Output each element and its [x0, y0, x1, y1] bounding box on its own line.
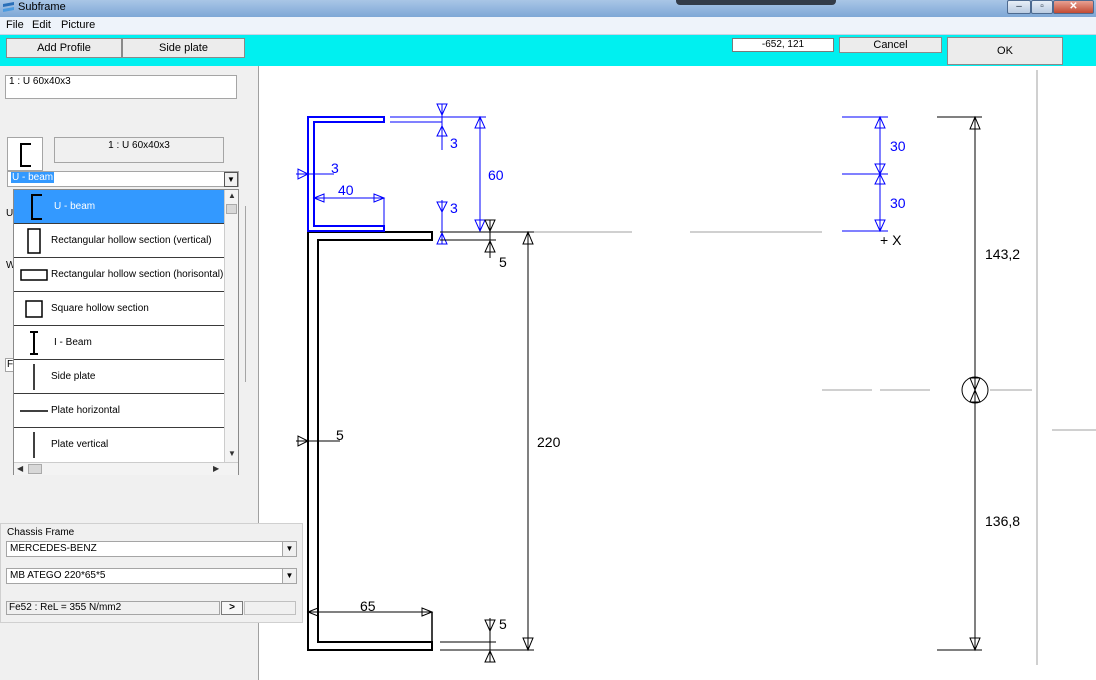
close-button[interactable]: ✕ — [1053, 0, 1094, 14]
profile-dimension-labels: 3 60 3 40 3 30 30 — [331, 135, 906, 216]
u-beam-icon — [20, 143, 31, 167]
material-expand-button[interactable]: > — [221, 601, 243, 615]
dim-frame-width: 65 — [360, 598, 376, 614]
dim-width: 40 — [338, 182, 354, 198]
rect-vertical-icon — [27, 228, 41, 254]
x-marker: + X — [880, 232, 902, 248]
option-side-plate[interactable]: Side plate — [14, 360, 224, 394]
chassis-make-select[interactable]: MERCEDES-BENZ ▼ — [6, 541, 297, 557]
option-label: I - Beam — [54, 337, 92, 348]
app-icon — [3, 2, 14, 12]
dim-height: 60 — [488, 167, 504, 183]
u-beam-icon — [31, 194, 42, 220]
menu-bar: File Edit Picture — [0, 17, 1096, 35]
title-bar: Subframe – ▫ ✕ — [0, 0, 1096, 17]
option-label: Rectangular hollow section (horisontal) — [51, 269, 224, 280]
cancel-button[interactable]: Cancel — [839, 37, 942, 53]
side-plate-button[interactable]: Side plate — [122, 38, 245, 58]
menu-edit[interactable]: Edit — [32, 19, 51, 31]
option-label: U - beam — [54, 201, 96, 212]
scroll-left-icon[interactable]: ◀ — [17, 464, 23, 473]
profile-preview — [7, 137, 43, 171]
chassis-model-value: MB ATEGO 220*65*5 — [10, 570, 106, 581]
option-rect-vertical[interactable]: Rectangular hollow section (vertical) — [14, 224, 224, 258]
chevron-down-icon[interactable]: ▼ — [224, 172, 238, 187]
option-square-section[interactable]: Square hollow section — [14, 292, 224, 326]
dim-above-axis: 143,2 — [985, 246, 1020, 262]
dim-flange-top: 3 — [450, 135, 458, 151]
dim-frame-web: 5 — [336, 427, 344, 443]
square-section-icon — [25, 300, 43, 318]
option-i-beam[interactable]: I - Beam — [14, 326, 224, 360]
profile-caption: 1 : U 60x40x3 — [54, 137, 224, 163]
toolbar: Add Profile Side plate -652, 121 Cancel … — [0, 35, 1096, 66]
rect-horizontal-icon — [20, 269, 48, 281]
maximize-button[interactable]: ▫ — [1031, 0, 1053, 14]
dim-flange-bottom: 3 — [450, 200, 458, 216]
option-label: Plate vertical — [51, 439, 109, 450]
profile-list[interactable]: 1 : U 60x40x3 — [5, 75, 237, 99]
group-border — [238, 206, 246, 382]
option-label: Rectangular hollow section (vertical) — [51, 235, 212, 246]
option-label: Side plate — [51, 371, 96, 382]
profile-dimension-lines — [296, 103, 888, 245]
scroll-down-icon[interactable]: ▼ — [228, 449, 236, 458]
material-label: Fe52 : ReL = 355 N/mm2 — [6, 601, 220, 615]
option-plate-vertical[interactable]: Plate vertical — [14, 428, 224, 462]
chassis-group-label: Chassis Frame — [7, 527, 75, 538]
add-profile-button[interactable]: Add Profile — [6, 38, 122, 58]
scroll-right-icon[interactable]: ▶ — [213, 464, 219, 473]
plate-vertical-icon — [33, 432, 35, 458]
scroll-up-icon[interactable]: ▲ — [228, 191, 236, 200]
profile-type-dropdown[interactable]: U - beam Rectangular hollow section (ver… — [13, 189, 239, 475]
taskbar-tab — [676, 0, 836, 5]
i-beam-icon — [30, 331, 38, 355]
scroll-thumb[interactable] — [28, 464, 42, 474]
profile-type-value: U - beam — [11, 172, 55, 183]
window-title: Subframe — [18, 1, 66, 13]
dim-below-axis: 136,8 — [985, 513, 1020, 529]
minimize-button[interactable]: – — [1007, 0, 1031, 14]
profile-list-item[interactable]: 1 : U 60x40x3 — [9, 76, 71, 87]
profile-type-select[interactable]: U - beam — [7, 171, 239, 187]
option-label: Square hollow section — [51, 303, 149, 314]
side-plate-icon — [33, 364, 35, 390]
scroll-thumb[interactable] — [226, 204, 237, 214]
option-u-beam[interactable]: U - beam — [14, 190, 224, 224]
ok-button[interactable]: OK — [947, 37, 1063, 65]
dim-spacing-lower: 30 — [890, 195, 906, 211]
dim-frame-height: 220 — [537, 434, 561, 450]
plate-horizontal-icon — [20, 410, 48, 412]
chassis-make-value: MERCEDES-BENZ — [10, 543, 97, 554]
chassis-model-select[interactable]: MB ATEGO 220*65*5 ▼ — [6, 568, 297, 584]
menu-picture[interactable]: Picture — [61, 19, 95, 31]
chassis-frame-group: Chassis Frame MERCEDES-BENZ ▼ MB ATEGO 2… — [0, 523, 303, 623]
dropdown-horizontal-scrollbar[interactable]: ◀ ▶ — [14, 462, 238, 475]
coordinates-readout: -652, 121 — [732, 38, 834, 52]
dim-frame-flange-top: 5 — [499, 254, 507, 270]
option-rect-horizontal[interactable]: Rectangular hollow section (horisontal) — [14, 258, 224, 292]
dim-spacing-upper: 30 — [890, 138, 906, 154]
drawing-canvas[interactable]: 3 60 3 40 3 30 30 5 5 220 65 5 + X 143,2… — [260, 66, 1096, 680]
dim-frame-flange-bottom: 5 — [499, 616, 507, 632]
menu-file[interactable]: File — [6, 19, 24, 31]
dim-web: 3 — [331, 160, 339, 176]
option-plate-horizontal[interactable]: Plate horizontal — [14, 394, 224, 428]
dropdown-vertical-scrollbar[interactable]: ▲ ▼ — [224, 190, 238, 462]
option-label: Plate horizontal — [51, 405, 120, 416]
frame-dimension-labels: 5 5 220 65 5 + X 143,2 136,8 — [336, 232, 1020, 632]
guide-lines — [440, 70, 1096, 665]
